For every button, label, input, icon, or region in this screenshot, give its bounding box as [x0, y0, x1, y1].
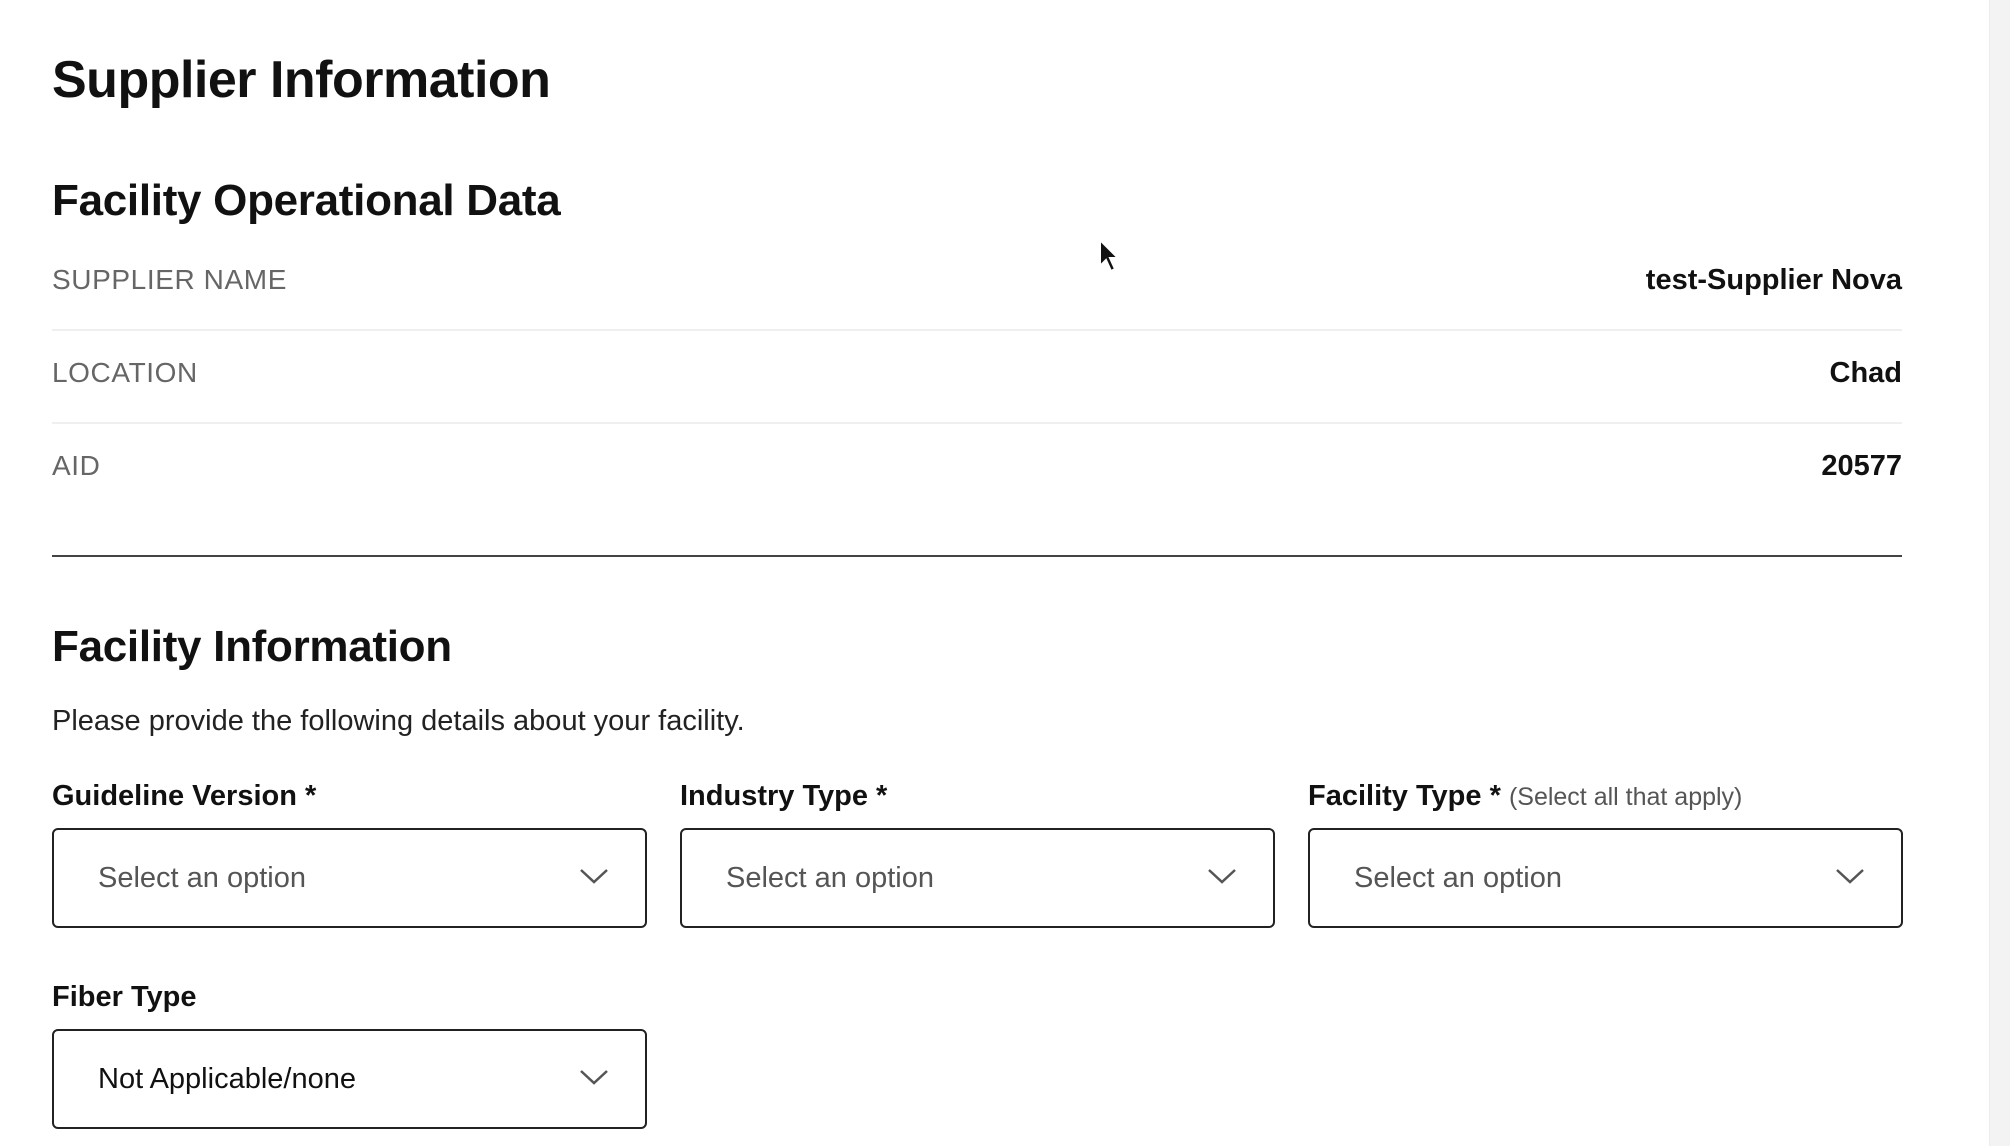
field-label: Fiber Type: [52, 981, 647, 1019]
section-divider: [52, 555, 1902, 557]
info-label: LOCATION: [52, 357, 198, 388]
industry-type-select[interactable]: Select an option: [680, 828, 1275, 928]
page: Supplier Information Facility Operationa…: [0, 0, 2010, 1146]
field-label: Facility Type * (Select all that apply): [1308, 780, 1903, 818]
guideline-version-select[interactable]: Select an option: [52, 828, 647, 928]
info-label: SUPPLIER NAME: [52, 264, 287, 295]
field-label-text: Guideline Version *: [52, 780, 317, 812]
select-value: Select an option: [98, 862, 306, 894]
operational-data-heading: Facility Operational Data: [52, 176, 561, 225]
info-value: test-Supplier Nova: [1645, 264, 1902, 296]
field-label-text: Facility Type *: [1308, 780, 1501, 812]
field-label: Industry Type *: [680, 780, 1275, 818]
industry-type-field: Industry Type * Select an option: [680, 780, 1275, 928]
info-row-aid: AID 20577: [52, 422, 1902, 515]
fiber-type-field: Fiber Type Not Applicable/none: [52, 981, 647, 1129]
facility-type-select[interactable]: Select an option: [1308, 828, 1903, 928]
field-label-text: Industry Type *: [680, 780, 888, 812]
select-value: Select an option: [1354, 862, 1562, 894]
select-value: Not Applicable/none: [98, 1063, 356, 1095]
chevron-down-icon: [580, 1070, 608, 1085]
info-value: Chad: [1829, 357, 1903, 389]
page-title: Supplier Information: [52, 51, 551, 109]
info-value: 20577: [1821, 450, 1902, 482]
chevron-down-icon: [580, 869, 608, 884]
facility-type-field: Facility Type * (Select all that apply) …: [1308, 780, 1903, 928]
guideline-version-field: Guideline Version * Select an option: [52, 780, 647, 928]
facility-information-heading: Facility Information: [52, 622, 452, 671]
field-label: Guideline Version *: [52, 780, 647, 818]
chevron-down-icon: [1208, 869, 1236, 884]
mouse-cursor-icon: [1099, 238, 1121, 273]
facility-helper-text: Please provide the following details abo…: [52, 705, 745, 737]
info-label: AID: [52, 450, 101, 481]
chevron-down-icon: [1836, 869, 1864, 884]
info-row-location: LOCATION Chad: [52, 329, 1902, 424]
select-value: Select an option: [726, 862, 934, 894]
scrollbar[interactable]: [1989, 0, 2010, 1146]
field-hint: (Select all that apply): [1508, 783, 1743, 811]
field-label-text: Fiber Type: [52, 981, 197, 1013]
fiber-type-select[interactable]: Not Applicable/none: [52, 1029, 647, 1129]
info-row-supplier-name: SUPPLIER NAME test-Supplier Nova: [52, 236, 1902, 331]
